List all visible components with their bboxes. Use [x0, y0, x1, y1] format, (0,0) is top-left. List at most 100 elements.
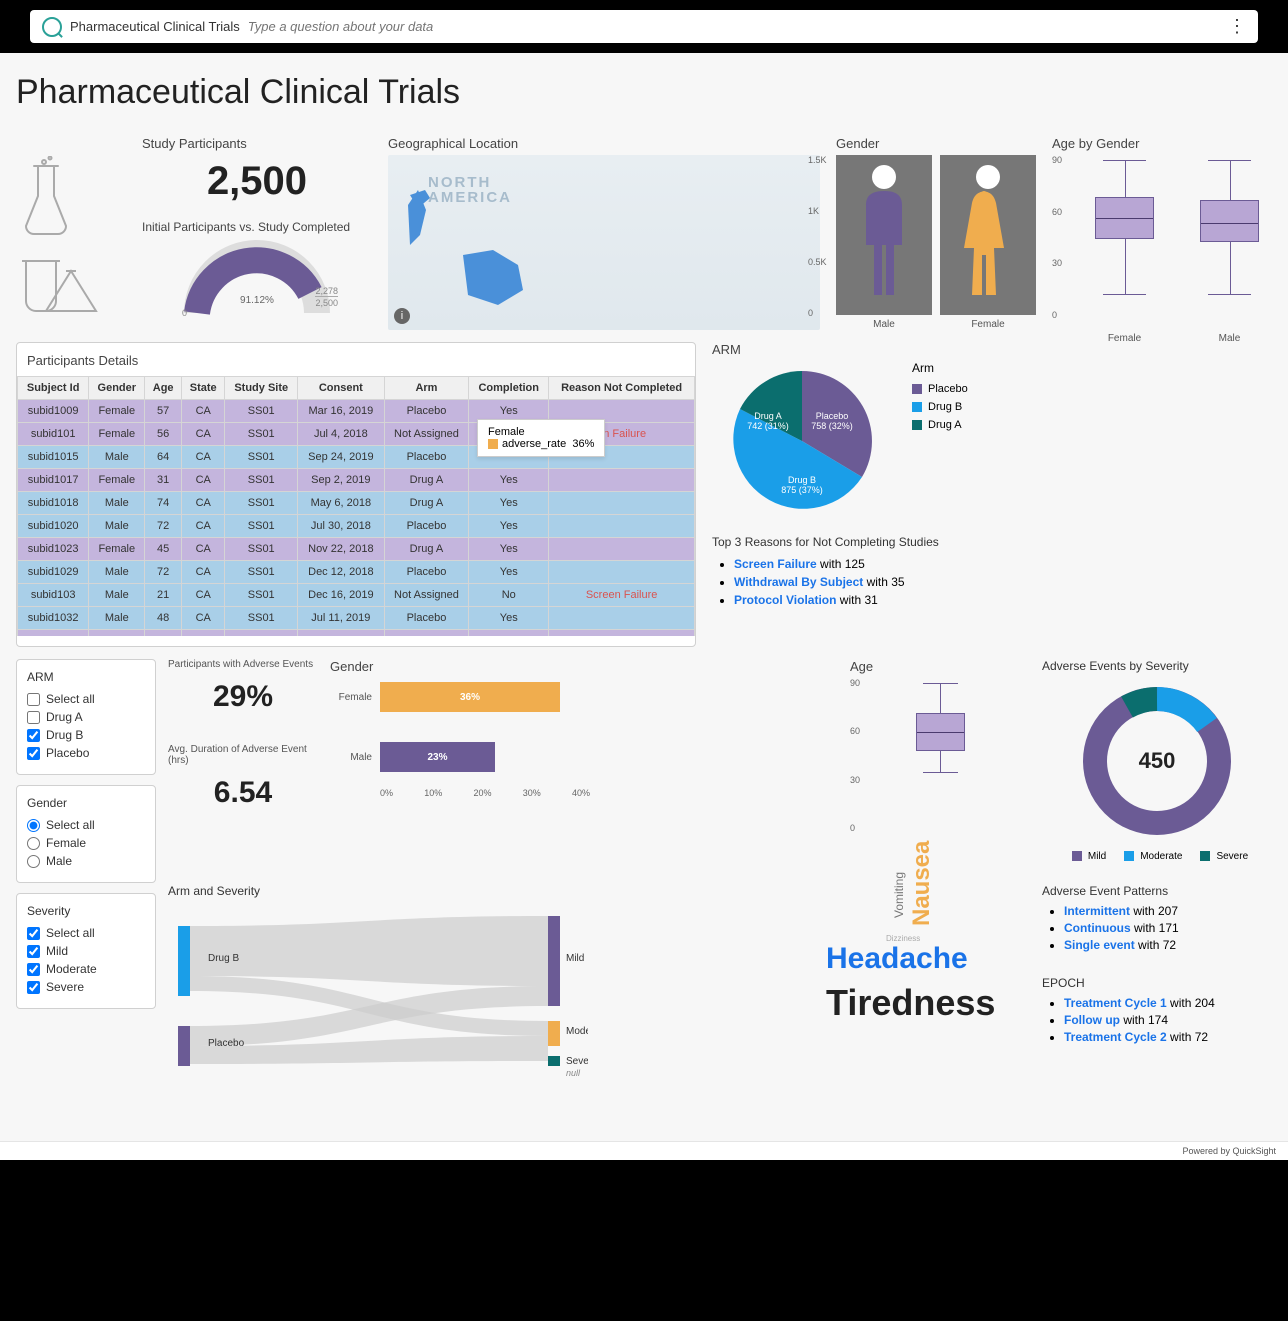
filter-option[interactable]: Severe [27, 980, 145, 994]
radio-input[interactable] [27, 855, 40, 868]
checkbox-input[interactable] [27, 747, 40, 760]
epoch-list: Treatment Cycle 1 with 204Follow up with… [1042, 996, 1272, 1044]
table-header[interactable]: Arm [384, 377, 469, 400]
filter-option[interactable]: Select all [27, 926, 145, 940]
geographic-map-chart[interactable]: NORTHAMERICA i [388, 155, 820, 330]
table-row[interactable]: subid1023Female45CASS01Nov 22, 2018Drug … [18, 538, 695, 561]
participants-table[interactable]: Subject IdGenderAgeStateStudy SiteConsen… [17, 376, 695, 636]
checkbox-input[interactable] [27, 711, 40, 724]
checkbox-input[interactable] [27, 963, 40, 976]
svg-text:Drug A: Drug A [754, 411, 782, 421]
table-row[interactable]: subid1018Male74CASS01May 6, 2018Drug AYe… [18, 492, 695, 515]
age-by-gender-boxplot[interactable]: 9060300 Female [1052, 155, 1272, 330]
insight-link[interactable]: Withdrawal By Subject [734, 575, 863, 589]
legend-item[interactable]: Severe [1194, 851, 1248, 862]
insight-link[interactable]: Treatment Cycle 2 [1064, 1030, 1167, 1044]
q-search-bar[interactable]: Pharmaceutical Clinical Trials ⋮ [30, 10, 1258, 43]
donut-total: 450 [1139, 748, 1176, 774]
list-item: Protocol Violation with 31 [734, 593, 1272, 607]
gender-adverse-title: Gender [330, 659, 838, 674]
donut-legend: Mild Moderate Severe [1042, 851, 1272, 862]
filter-option[interactable]: Male [27, 854, 145, 868]
insight-link[interactable]: Intermittent [1064, 904, 1130, 918]
table-header[interactable]: State [182, 377, 225, 400]
filter-option[interactable]: Placebo [27, 746, 145, 760]
kebab-menu-icon[interactable]: ⋮ [1228, 16, 1246, 37]
gender-population-chart[interactable]: 1.5K1K0.5K0 Male Female [836, 155, 1036, 330]
age-boxplot[interactable]: 9060300 [850, 678, 1030, 843]
table-row[interactable]: subid1034Female40CASS01Jan 28, 2019Drug … [18, 630, 695, 637]
legend-item[interactable]: Drug B [912, 401, 968, 413]
gender-adverse-barchart[interactable]: Female36% Male23% 0%10%20%30%40% [330, 682, 838, 798]
kpi-adverse-value: 29% [168, 680, 318, 714]
arm-pie-chart[interactable]: Placebo 758 (32%) Drug B 875 (37%) Drug … [712, 361, 892, 521]
checkbox-input[interactable] [27, 981, 40, 994]
list-item: Continuous with 171 [1064, 921, 1272, 935]
filter-option[interactable]: Mild [27, 944, 145, 958]
filter-severity-card: Severity Select allMildModerateSevere [16, 893, 156, 1009]
kpi-gauge-label: Initial Participants vs. Study Completed [142, 220, 372, 234]
table-header[interactable]: Reason Not Completed [549, 377, 695, 400]
table-header[interactable]: Gender [89, 377, 145, 400]
table-row[interactable]: subid1017Female31CASS01Sep 2, 2019Drug A… [18, 469, 695, 492]
table-row[interactable]: subid103Male21CASS01Dec 16, 2019Not Assi… [18, 584, 695, 607]
info-icon[interactable]: i [394, 308, 410, 324]
checkbox-input[interactable] [27, 729, 40, 742]
svg-text:Mild: Mild [566, 953, 584, 964]
table-header[interactable]: Age [145, 377, 182, 400]
filter-option[interactable]: Drug A [27, 710, 145, 724]
list-item: Intermittent with 207 [1064, 904, 1272, 918]
legend-item[interactable]: Drug A [912, 419, 968, 431]
list-item: Withdrawal By Subject with 35 [734, 575, 1272, 589]
insight-link[interactable]: Treatment Cycle 1 [1064, 996, 1167, 1010]
table-header[interactable]: Study Site [225, 377, 298, 400]
checkbox-input[interactable] [27, 945, 40, 958]
filter-option[interactable]: Select all [27, 692, 145, 706]
checkbox-input[interactable] [27, 693, 40, 706]
kpi-duration-value: 6.54 [168, 776, 318, 810]
insight-link[interactable]: Continuous [1064, 921, 1131, 935]
table-row[interactable]: subid1032Male48CASS01Jul 11, 2019Placebo… [18, 607, 695, 630]
insight-link[interactable]: Screen Failure [734, 557, 817, 571]
chart-tooltip: Female adverse_rate 36% [477, 419, 605, 457]
table-header[interactable]: Subject Id [18, 377, 89, 400]
kpi-duration-label: Avg. Duration of Adverse Event (hrs) [168, 744, 318, 766]
checkbox-input[interactable] [27, 927, 40, 940]
top-reasons-title: Top 3 Reasons for Not Completing Studies [712, 535, 1272, 549]
completion-gauge-chart[interactable]: 91.12% 0 2,278 2,500 [182, 238, 332, 318]
arm-severity-sankey[interactable]: Drug B Placebo Mild Moderate Severe null [168, 906, 588, 1096]
beaker-decor [16, 136, 126, 330]
kpi-adverse-label: Participants with Adverse Events [168, 659, 318, 670]
table-header[interactable]: Completion [469, 377, 549, 400]
table-row[interactable]: subid1029Male72CASS01Dec 12, 2018Placebo… [18, 561, 695, 584]
svg-text:Severe: Severe [566, 1056, 588, 1067]
adverse-event-wordcloud[interactable]: Dizziness Vomiting Nausea Headache Tired… [826, 894, 1026, 1024]
list-item: Screen Failure with 125 [734, 557, 1272, 571]
table-row[interactable]: subid1020Male72CASS01Jul 30, 2018Placebo… [18, 515, 695, 538]
filter-gender-card: Gender Select allFemaleMale [16, 785, 156, 883]
kpi-participants-label: Study Participants [142, 136, 372, 151]
list-item: Treatment Cycle 2 with 72 [1064, 1030, 1272, 1044]
gauge-value: 2,278 [315, 286, 338, 296]
arm-pie-title: ARM [712, 342, 1272, 357]
insight-link[interactable]: Single event [1064, 938, 1135, 952]
insight-link[interactable]: Follow up [1064, 1013, 1120, 1027]
legend-item[interactable]: Moderate [1118, 851, 1182, 862]
filter-option[interactable]: Drug B [27, 728, 145, 742]
legend-item[interactable]: Mild [1066, 851, 1106, 862]
patterns-list: Intermittent with 207 Continuous with 171… [1042, 904, 1272, 952]
filter-arm-card: ARM Select allDrug ADrug BPlacebo [16, 659, 156, 775]
filter-option[interactable]: Female [27, 836, 145, 850]
svg-text:Placebo: Placebo [816, 411, 849, 421]
severity-donut-chart[interactable]: 450 [1077, 681, 1237, 841]
svg-text:Drug B: Drug B [788, 475, 816, 485]
radio-input[interactable] [27, 837, 40, 850]
insight-link[interactable]: Protocol Violation [734, 593, 836, 607]
legend-item[interactable]: Placebo [912, 383, 968, 395]
filter-option[interactable]: Select all [27, 818, 145, 832]
table-header[interactable]: Consent [298, 377, 385, 400]
radio-input[interactable] [27, 819, 40, 832]
list-item: Single event with 72 [1064, 938, 1272, 952]
filter-option[interactable]: Moderate [27, 962, 145, 976]
search-input[interactable] [248, 19, 1220, 34]
